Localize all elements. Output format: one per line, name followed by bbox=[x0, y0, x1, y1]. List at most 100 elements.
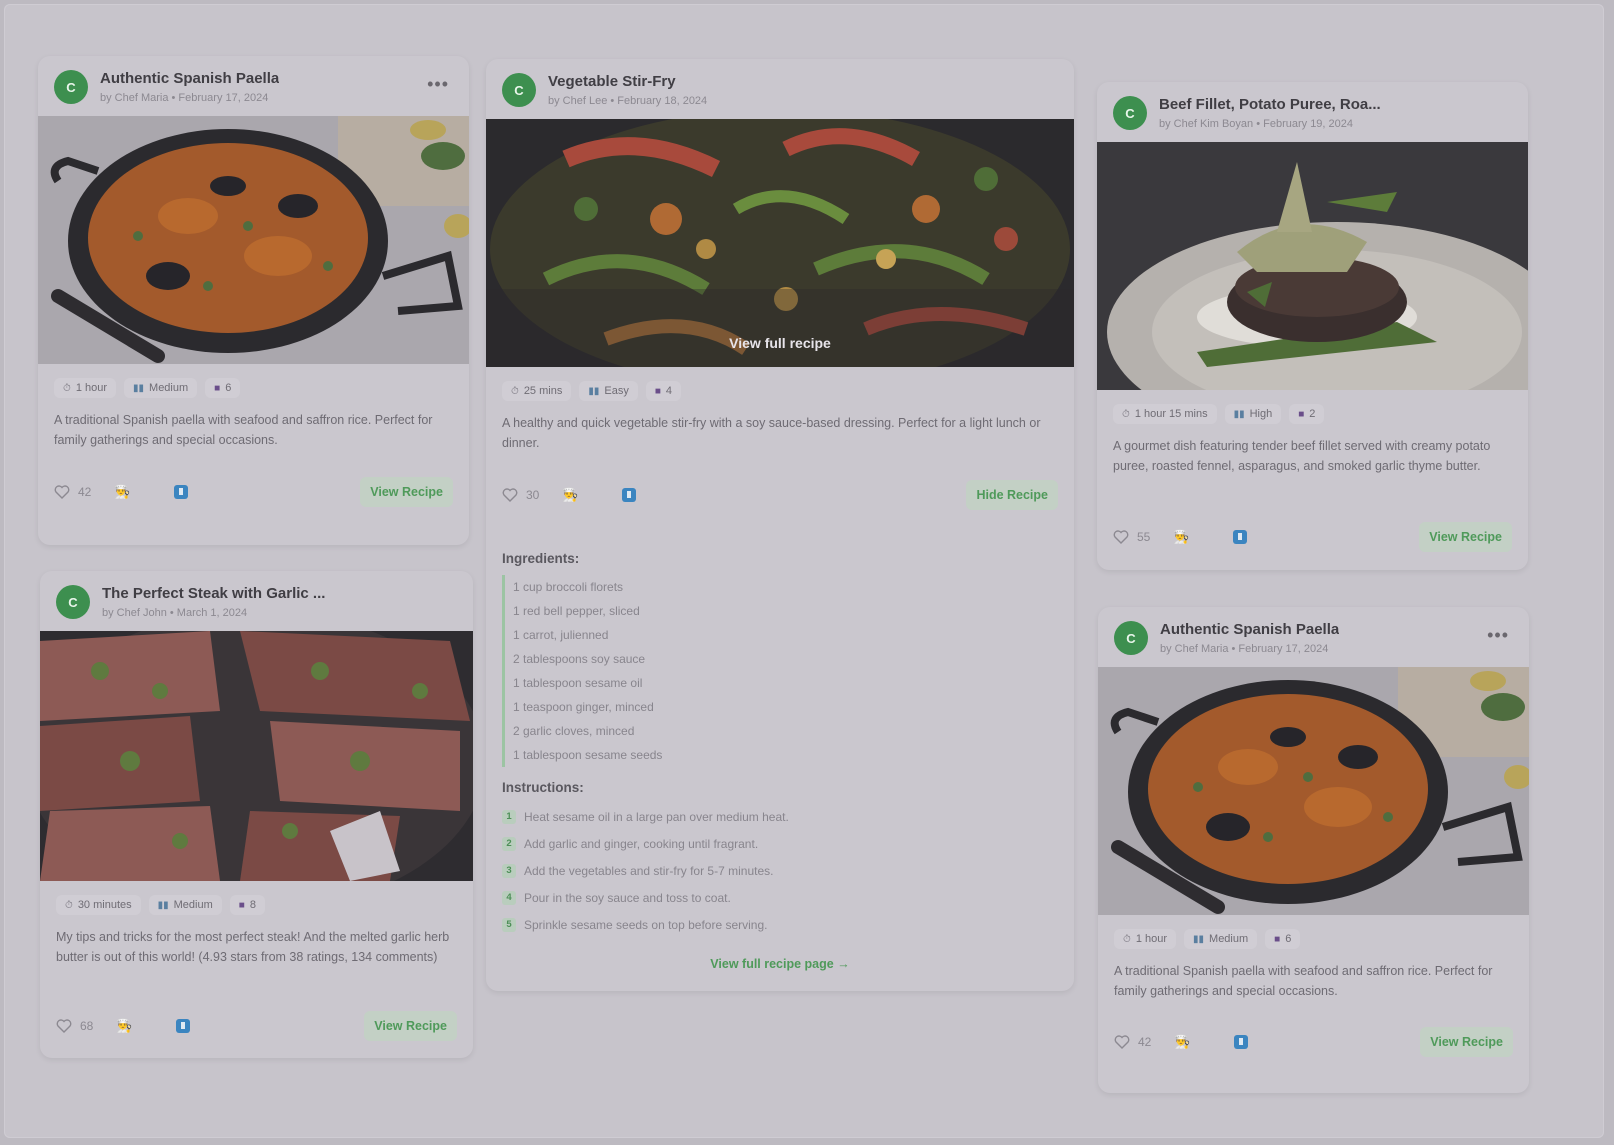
recipe-description: A traditional Spanish paella with seafoo… bbox=[54, 413, 433, 447]
people-icon: ■ bbox=[654, 385, 661, 397]
recipe-card-stir-fry: C Vegetable Stir-Fry by Chef Lee • Febru… bbox=[486, 59, 1074, 991]
chart-icon: ▮▮ bbox=[1193, 933, 1205, 945]
view-recipe-button[interactable]: View Recipe bbox=[360, 477, 453, 507]
chart-icon: ▮▮ bbox=[1233, 408, 1245, 420]
avatar[interactable]: C bbox=[54, 70, 88, 104]
avatar[interactable]: C bbox=[1113, 96, 1147, 130]
ingredients-list: 1 cup broccoli florets 1 red bell pepper… bbox=[502, 575, 662, 767]
ingredient-item: 2 garlic cloves, minced bbox=[502, 719, 662, 743]
difficulty-tag: ▮▮ Medium bbox=[1184, 929, 1258, 949]
chef-icon[interactable]: 👨‍🍳 bbox=[1174, 1034, 1234, 1050]
instruction-step: 1 Heat sesame oil in a large pan over med… bbox=[502, 803, 789, 830]
view-recipe-button[interactable]: View Recipe bbox=[1419, 522, 1512, 552]
ingredient-item: 1 tablespoon sesame seeds bbox=[502, 743, 662, 767]
heart-icon bbox=[1113, 530, 1129, 544]
recipe-byline: by Chef Maria • February 17, 2024 bbox=[100, 92, 269, 104]
like-button[interactable]: 42 bbox=[54, 485, 114, 499]
servings-tag: ■ 4 bbox=[645, 381, 681, 401]
recipe-title[interactable]: Authentic Spanish Paella bbox=[1160, 621, 1339, 638]
like-button[interactable]: 30 bbox=[502, 488, 562, 502]
view-full-recipe-overlay[interactable]: View full recipe bbox=[486, 335, 1074, 351]
recipe-photo[interactable] bbox=[1097, 142, 1528, 390]
recipe-card-steak: C The Perfect Steak with Garlic ... by C… bbox=[40, 571, 473, 1058]
recipe-byline: by Chef Kim Boyan • February 19, 2024 bbox=[1159, 118, 1354, 130]
view-full-recipe-page-link[interactable]: View full recipe page → bbox=[486, 957, 1074, 971]
save-icon[interactable] bbox=[1234, 1035, 1294, 1049]
recipe-card-beef-fillet: C Beef Fillet, Potato Puree, Roa... by C… bbox=[1097, 82, 1528, 570]
clock-icon: ⏱ bbox=[511, 385, 519, 397]
like-button[interactable]: 55 bbox=[1113, 530, 1173, 544]
recipe-photo[interactable] bbox=[1098, 667, 1529, 915]
difficulty-tag: ▮▮ Medium bbox=[124, 378, 198, 398]
recipe-card-paella: C Authentic Spanish Paella by Chef Maria… bbox=[1098, 607, 1529, 1093]
like-button[interactable]: 68 bbox=[56, 1019, 116, 1033]
view-recipe-button[interactable]: View Recipe bbox=[364, 1011, 457, 1041]
instruction-step: 2 Add garlic and ginger, cooking until fr… bbox=[502, 830, 789, 857]
like-count: 42 bbox=[78, 485, 92, 499]
clock-icon: ⏱ bbox=[1122, 408, 1130, 420]
heart-icon bbox=[54, 485, 70, 499]
chef-icon[interactable]: 👨‍🍳 bbox=[1173, 529, 1233, 545]
people-icon: ■ bbox=[214, 382, 221, 394]
like-count: 30 bbox=[526, 488, 540, 502]
like-count: 55 bbox=[1137, 530, 1151, 544]
servings-tag: ■ 2 bbox=[1289, 404, 1325, 424]
people-icon: ■ bbox=[1274, 933, 1281, 945]
more-options-icon[interactable]: ••• bbox=[427, 74, 449, 95]
cook-time-tag: ⏱ 1 hour bbox=[54, 378, 117, 398]
ingredient-item: 1 tablespoon sesame oil bbox=[502, 671, 662, 695]
like-count: 42 bbox=[1138, 1035, 1152, 1049]
recipe-photo[interactable]: View full recipe bbox=[486, 119, 1074, 367]
instruction-step: 4 Pour in the soy sauce and toss to coat. bbox=[502, 884, 789, 911]
save-icon[interactable] bbox=[1233, 530, 1293, 544]
difficulty-tag: ▮▮ High bbox=[1224, 404, 1282, 424]
heart-icon bbox=[1114, 1035, 1130, 1049]
ingredients-heading: Ingredients: bbox=[502, 551, 580, 566]
recipe-description: A traditional Spanish paella with seafoo… bbox=[1114, 964, 1493, 998]
view-recipe-button[interactable]: View Recipe bbox=[1420, 1027, 1513, 1057]
recipe-title[interactable]: The Perfect Steak with Garlic ... bbox=[102, 585, 325, 602]
save-icon[interactable] bbox=[176, 1019, 236, 1033]
avatar[interactable]: C bbox=[56, 585, 90, 619]
servings-tag: ■ 6 bbox=[205, 378, 241, 398]
like-button[interactable]: 42 bbox=[1114, 1035, 1174, 1049]
clock-icon: ⏱ bbox=[65, 899, 73, 911]
chart-icon: ▮▮ bbox=[133, 382, 145, 394]
cook-time-tag: ⏱ 30 minutes bbox=[56, 895, 141, 915]
save-icon[interactable] bbox=[622, 488, 682, 502]
heart-icon bbox=[56, 1019, 72, 1033]
recipe-title[interactable]: Authentic Spanish Paella bbox=[100, 70, 279, 87]
recipe-byline: by Chef Maria • February 17, 2024 bbox=[1160, 643, 1329, 655]
recipe-title[interactable]: Vegetable Stir-Fry bbox=[548, 73, 676, 90]
recipe-photo[interactable] bbox=[40, 631, 473, 881]
recipe-description: A gourmet dish featuring tender beef fil… bbox=[1113, 439, 1491, 473]
recipe-photo[interactable] bbox=[38, 116, 469, 364]
ingredient-item: 1 red bell pepper, sliced bbox=[502, 599, 662, 623]
recipe-card-paella: C Authentic Spanish Paella by Chef Maria… bbox=[38, 56, 469, 545]
chef-icon[interactable]: 👨‍🍳 bbox=[562, 487, 622, 503]
chef-icon[interactable]: 👨‍🍳 bbox=[114, 484, 174, 500]
recipe-title[interactable]: Beef Fillet, Potato Puree, Roa... bbox=[1159, 96, 1381, 113]
instructions-heading: Instructions: bbox=[502, 780, 584, 795]
chef-icon[interactable]: 👨‍🍳 bbox=[116, 1018, 176, 1034]
heart-icon bbox=[502, 488, 518, 502]
avatar[interactable]: C bbox=[502, 73, 536, 107]
ingredient-item: 1 teaspoon ginger, minced bbox=[502, 695, 662, 719]
more-options-icon[interactable]: ••• bbox=[1487, 625, 1509, 646]
instruction-step: 5 Sprinkle sesame seeds on top before ser… bbox=[502, 911, 789, 938]
cook-time-tag: ⏱ 1 hour bbox=[1114, 929, 1177, 949]
save-icon[interactable] bbox=[174, 485, 234, 499]
chart-icon: ▮▮ bbox=[588, 385, 600, 397]
cook-time-tag: ⏱ 25 mins bbox=[502, 381, 572, 401]
recipe-description: A healthy and quick vegetable stir-fry w… bbox=[502, 416, 1041, 450]
avatar[interactable]: C bbox=[1114, 621, 1148, 655]
clock-icon: ⏱ bbox=[1123, 933, 1131, 945]
clock-icon: ⏱ bbox=[63, 382, 71, 394]
difficulty-tag: ▮▮ Easy bbox=[579, 381, 638, 401]
ingredient-item: 1 carrot, julienned bbox=[502, 623, 662, 647]
ingredient-item: 2 tablespoons soy sauce bbox=[502, 647, 662, 671]
instruction-step: 3 Add the vegetables and stir-fry for 5-7… bbox=[502, 857, 789, 884]
recipe-byline: by Chef Lee • February 18, 2024 bbox=[548, 95, 708, 107]
hide-recipe-button[interactable]: Hide Recipe bbox=[966, 480, 1058, 510]
chart-icon: ▮▮ bbox=[157, 899, 169, 911]
